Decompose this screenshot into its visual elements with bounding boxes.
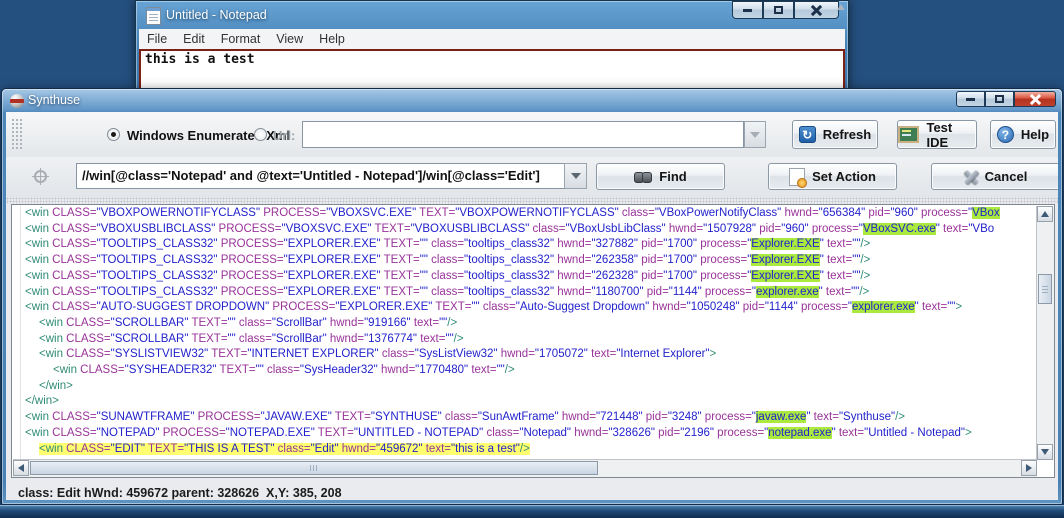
set-action-button[interactable]: Set Action [768,163,897,190]
main-toolbar: Windows Enumerated Xml Url: ↻ Refresh Te… [6,112,1058,158]
xml-line[interactable]: <win CLASS="TOOLTIPS_CLASS32" PROCESS="E… [13,269,1037,285]
xml-line[interactable]: <win CLASS="SCROLLBAR" TEXT="" class="Sc… [13,316,1037,332]
menu-format[interactable]: Format [213,32,269,46]
xml-line[interactable]: <win CLASS="TOOLTIPS_CLASS32" PROCESS="E… [13,237,1037,253]
synthuse-window-title: Synthuse [28,93,80,107]
synthuse-maximize-button[interactable] [985,91,1014,107]
horizontal-scrollbar[interactable] [13,459,1037,477]
toolbar-drag-grip[interactable] [11,118,22,151]
status-bar: class: Edit hWnd: 459672 parent: 328626 … [18,486,342,500]
arrow-left-icon [18,464,24,472]
xml-line[interactable]: <win CLASS="SCROLLBAR" TEXT="" class="Sc… [13,332,1037,348]
synthuse-minimize-button[interactable] [956,91,985,107]
test-ide-button[interactable]: Test IDE [897,120,977,149]
xml-line[interactable]: <win CLASS="EDIT" TEXT="THIS IS A TEST" … [13,442,1037,458]
xml-line[interactable]: <win CLASS="TOOLTIPS_CLASS32" PROCESS="E… [13,285,1037,301]
close-icon [811,5,822,16]
target-picker-icon[interactable] [32,168,49,185]
scroll-up-button[interactable] [1037,206,1053,222]
notepad-minimize-button[interactable] [732,1,763,19]
xml-line[interactable]: </win> [13,394,1037,410]
arrow-right-icon [1026,464,1032,472]
help-icon: ? [997,126,1014,143]
xml-line[interactable]: <win CLASS="VBOXPOWERNOTIFYCLASS" PROCES… [13,206,1037,222]
xml-line[interactable]: <win CLASS="SUNAWTFRAME" PROCESS="JAVAW.… [13,410,1037,426]
url-dropdown-button[interactable] [744,121,766,148]
menu-edit[interactable]: Edit [175,32,213,46]
url-radio-label[interactable]: Url: [273,128,295,143]
menu-file[interactable]: File [139,32,175,46]
scroll-left-button[interactable] [13,460,29,476]
minimize-icon [966,98,975,101]
help-button[interactable]: ? Help [990,120,1056,149]
xpath-combo-input[interactable]: //win[@class='Notepad' and @text='Untitl… [76,163,565,189]
maximize-icon [995,95,1004,103]
notepad-text-area[interactable]: this is a test [139,49,845,93]
maximize-icon [774,6,783,14]
xml-line[interactable]: <win CLASS="VBOXUSBLIBCLASS" PROCESS="VB… [13,222,1037,238]
vertical-scroll-thumb[interactable] [1038,274,1052,304]
cancel-button[interactable]: Cancel [931,163,1058,190]
xml-tree: <win CLASS="VBOXPOWERNOTIFYCLASS" PROCES… [13,206,1037,460]
notepad-title-bar[interactable]: Untitled - Notepad [136,1,848,29]
taskbar[interactable] [0,505,1064,518]
url-radio[interactable] [254,128,267,141]
xml-line[interactable]: <win CLASS="SYSLISTVIEW32" TEXT="INTERNE… [13,347,1037,363]
refresh-button[interactable]: ↻ Refresh [792,120,878,149]
synthuse-window: Synthuse Windows Enumerated Xml Url: ↻ R… [1,88,1063,505]
arrow-down-icon [1041,449,1049,455]
notepad-app-icon [146,7,161,25]
menu-help[interactable]: Help [311,32,353,46]
xml-tree-panel: <win CLASS="VBOXPOWERNOTIFYCLASS" PROCES… [11,204,1055,478]
scroll-down-button[interactable] [1037,444,1053,460]
xml-line[interactable]: <win CLASS="SYSHEADER32" TEXT="" class="… [13,363,1037,379]
synthuse-title-bar[interactable]: Synthuse [2,89,1062,112]
close-icon [1030,94,1041,105]
arrow-up-icon [1041,211,1049,217]
toolbar-texture-band [6,197,1058,204]
horizontal-scroll-thumb[interactable] [30,461,598,475]
vertical-scrollbar[interactable] [1036,206,1054,460]
notepad-close-button[interactable] [794,1,839,19]
menu-view[interactable]: View [268,32,311,46]
chevron-down-icon [571,173,581,179]
xml-line[interactable]: <win CLASS="NOTEPAD" PROCESS="NOTEPAD.EX… [13,426,1037,442]
xml-line[interactable]: <win CLASS="TOOLTIPS_CLASS32" PROCESS="E… [13,253,1037,269]
notepad-window: Untitled - Notepad File Edit Format View… [135,0,849,93]
refresh-icon: ↻ [799,126,816,143]
xpath-toolbar: //win[@class='Notepad' and @text='Untitl… [6,157,1058,198]
cancel-x-icon [964,170,978,184]
find-button[interactable]: Find [596,163,725,190]
notepad-scroll-up-icon[interactable] [837,4,845,10]
notepad-menu-bar: File Edit Format View Help [139,29,845,50]
url-input[interactable] [302,121,744,148]
synthuse-app-icon [10,94,24,108]
minimize-icon [743,9,752,12]
notepad-maximize-button[interactable] [763,1,794,19]
xml-line[interactable]: </win> [13,379,1037,395]
xpath-dropdown-button[interactable] [564,163,587,189]
notepad-window-title: Untitled - Notepad [166,8,267,22]
binoculars-icon [634,171,652,183]
windows-enumerated-xml-radio[interactable] [107,128,120,141]
scroll-right-button[interactable] [1021,460,1037,476]
synthuse-close-button[interactable] [1014,91,1056,107]
action-page-icon [789,168,805,186]
test-ide-icon [898,126,919,143]
xml-line[interactable]: <win CLASS="AUTO-SUGGEST DROPDOWN" PROCE… [13,300,1037,316]
chevron-down-icon [750,132,760,138]
synthuse-client-area: Windows Enumerated Xml Url: ↻ Refresh Te… [6,112,1058,500]
